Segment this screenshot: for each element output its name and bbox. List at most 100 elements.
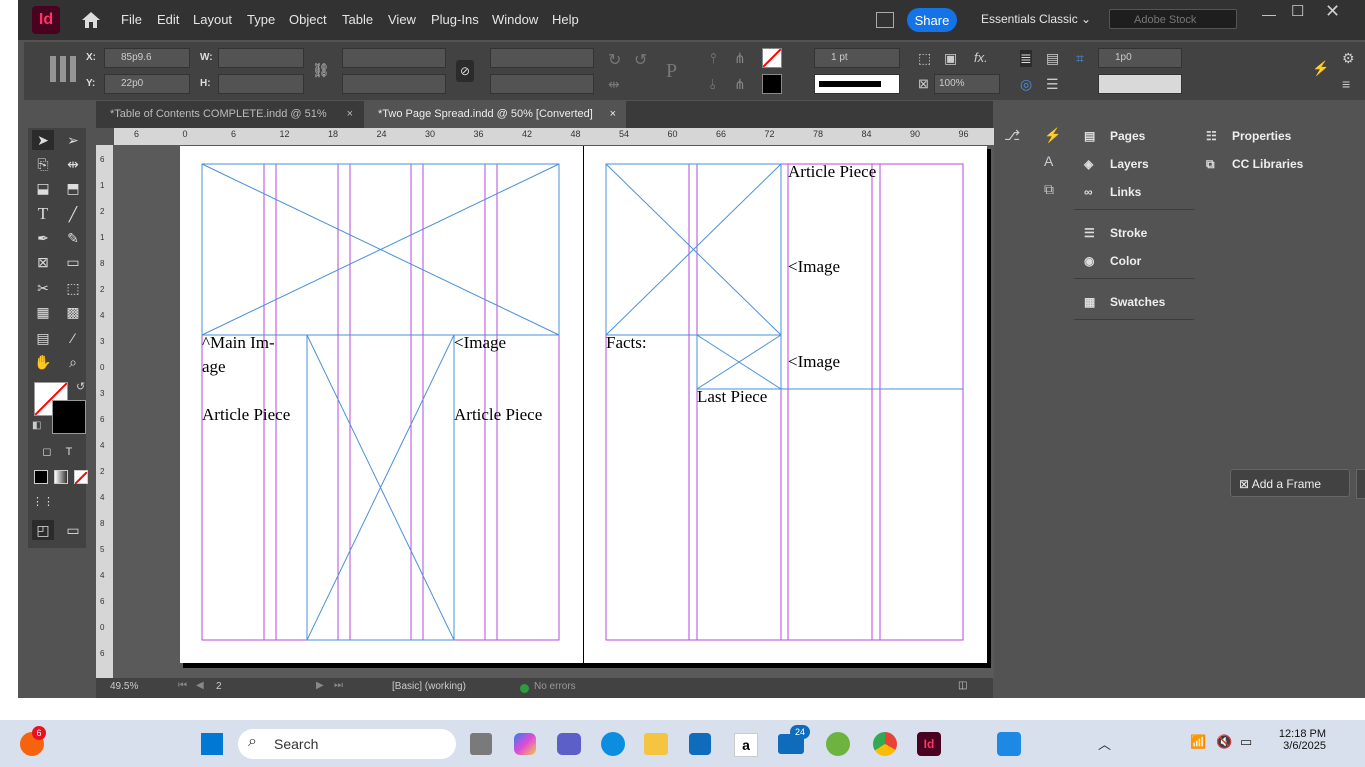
menu-table[interactable]: Table	[342, 12, 373, 27]
h-field[interactable]	[218, 74, 304, 94]
paragraph-styles-icon[interactable]: A	[1044, 153, 1053, 169]
drop-shadow-icon[interactable]: ▣	[944, 50, 957, 67]
gradient-feather-tool-icon[interactable]: ▩	[62, 302, 84, 322]
lightning-icon[interactable]: ⚡	[1312, 60, 1329, 77]
file-explorer-icon[interactable]	[644, 733, 668, 755]
tab-close-icon[interactable]: ×	[610, 101, 616, 128]
gradient-swatch-tool-icon[interactable]: ▦	[32, 302, 54, 322]
start-icon[interactable]	[201, 733, 223, 755]
w-field[interactable]	[218, 48, 304, 68]
amazon-icon[interactable]: a	[734, 733, 758, 757]
content-placer-icon[interactable]: ⬒	[62, 178, 84, 198]
character-styles-icon[interactable]: ⧉	[1044, 181, 1054, 198]
selection-tool-icon[interactable]: ➤	[32, 130, 54, 150]
workspace-switcher[interactable]: Essentials Classic ⌄	[981, 12, 1091, 26]
menu-edit[interactable]: Edit	[157, 12, 179, 27]
apply-color-icon[interactable]	[34, 470, 48, 484]
prev-page-icon[interactable]: ◀	[196, 680, 204, 691]
photos-icon[interactable]	[997, 732, 1021, 756]
reference-point-icon[interactable]	[50, 56, 76, 82]
type-on-path-icon[interactable]: P	[666, 60, 677, 83]
copilot-icon[interactable]	[514, 733, 536, 755]
effects-icon[interactable]: fx.	[974, 50, 988, 65]
split-view-icon[interactable]: ◫	[958, 680, 967, 691]
left-article-piece-2-text[interactable]: Article Piece	[454, 403, 542, 427]
preflight-profile[interactable]: [Basic] (working)	[392, 681, 466, 692]
battery-icon[interactable]: ▭	[1240, 734, 1252, 750]
fill-swatch[interactable]	[762, 48, 782, 68]
panel-color[interactable]: ◉ Color	[1084, 254, 1141, 268]
formatting-text-icon[interactable]: T	[58, 442, 80, 462]
panel-cc-libraries[interactable]: ⧉ CC Libraries	[1206, 157, 1303, 172]
home-icon[interactable]	[80, 10, 102, 30]
word-icon[interactable]	[826, 732, 850, 756]
teams-icon[interactable]	[557, 733, 581, 755]
apply-gradient-icon[interactable]	[54, 470, 68, 484]
panel-stroke[interactable]: ☰ Stroke	[1084, 226, 1147, 240]
free-transform-tool-icon[interactable]: ⬚	[62, 278, 84, 298]
distribute-bottom-icon[interactable]: ⋔	[734, 76, 746, 93]
maximize-icon[interactable]: ☐	[1291, 2, 1304, 20]
indesign-taskbar-icon[interactable]: Id	[917, 732, 941, 756]
pencil-tool-icon[interactable]: ✎	[62, 228, 84, 248]
tab-two-page-spread[interactable]: *Two Page Spread.indd @ 50% [Converted] …	[364, 101, 626, 128]
page-number-field[interactable]: 2	[216, 681, 222, 692]
default-colors-icon[interactable]: ◧	[32, 420, 41, 431]
panel-swatches[interactable]: ▦ Swatches	[1084, 295, 1165, 309]
menu-view[interactable]: View	[388, 12, 416, 27]
panel-pages[interactable]: ▤ Pages	[1084, 129, 1145, 143]
close-icon[interactable]: ✕	[1325, 1, 1340, 22]
volume-icon[interactable]: 🔇	[1216, 734, 1232, 750]
align-bottom-icon[interactable]: ⫰	[710, 76, 716, 93]
right-image-text-2[interactable]: <Image	[788, 350, 840, 374]
gap-field[interactable]: 1p0	[1098, 48, 1182, 68]
stroke-weight-field[interactable]: 1 pt	[814, 48, 900, 68]
mode-icon[interactable]: ⋮⋮	[32, 492, 54, 512]
menu-help[interactable]: Help	[552, 12, 579, 27]
panel-menu-icon[interactable]: ≡	[1342, 76, 1350, 92]
hand-tool-icon[interactable]: ✋	[32, 352, 54, 372]
clock[interactable]: 12:18 PM 3/6/2025	[1270, 728, 1326, 752]
note-tool-icon[interactable]: ▤	[32, 328, 54, 348]
right-facts-text[interactable]: Facts:	[606, 331, 647, 355]
anchor-icon[interactable]: ☰	[1046, 76, 1059, 93]
menu-object[interactable]: Object	[289, 12, 327, 27]
menu-window[interactable]: Window	[492, 12, 538, 27]
align-icon[interactable]: ⫯	[710, 50, 716, 67]
page-transition-icon[interactable]: ⎇	[1004, 127, 1020, 144]
taskbar-search[interactable]: Search	[238, 729, 456, 759]
scale-x-field[interactable]	[342, 48, 446, 68]
left-main-image-text[interactable]: ^Main Im- age	[202, 331, 275, 379]
next-page-icon[interactable]: ▶	[316, 680, 324, 691]
network-icon[interactable]: 📶	[1190, 734, 1206, 750]
rotation-field[interactable]	[490, 48, 594, 68]
opacity-field[interactable]: 100%	[934, 74, 1000, 94]
menu-layout[interactable]: Layout	[193, 12, 232, 27]
tab-close-icon[interactable]: ×	[347, 101, 353, 128]
screen-mode-icon[interactable]: ▭	[62, 520, 84, 540]
tab-table-of-contents[interactable]: *Table of Contents COMPLETE.indd @ 51% ×	[96, 101, 363, 128]
right-article-piece-text[interactable]: Article Piece	[788, 160, 876, 184]
page-tool-icon[interactable]: ⎘	[32, 154, 54, 174]
scissors-tool-icon[interactable]: ✂	[32, 278, 54, 298]
scale-y-field[interactable]	[342, 74, 446, 94]
horizontal-ruler[interactable]: 6 0 6 12 18 24 30 36 42 48 54 60 66 72 78 84 90 96	[114, 128, 994, 145]
pen-tool-icon[interactable]: ✒	[32, 228, 54, 248]
chevron-up-icon[interactable]: ︿	[1098, 734, 1111, 753]
swap-colors-icon[interactable]: ↺	[76, 380, 85, 393]
right-last-piece-text[interactable]: Last Piece	[697, 385, 767, 409]
line-tool-icon[interactable]: ╱	[62, 204, 84, 224]
settings-icon[interactable]: ⚙	[1342, 50, 1355, 67]
shear-field[interactable]	[490, 74, 594, 94]
rotate-cw-icon[interactable]: ↻	[608, 50, 621, 70]
zoom-level[interactable]: 49.5%	[110, 681, 138, 692]
stroke-type-dropdown[interactable]	[814, 74, 900, 94]
first-page-icon[interactable]: ⏮	[178, 680, 187, 691]
panel-links[interactable]: ∞ Links	[1084, 185, 1141, 199]
panel-properties[interactable]: ☷ Properties	[1206, 129, 1291, 143]
x-field[interactable]: 85p9.6	[104, 48, 190, 68]
last-page-icon[interactable]: ⏭	[334, 680, 343, 691]
rectangle-frame-tool-icon[interactable]: ⊠	[32, 252, 54, 272]
screen-mode-icon[interactable]	[876, 12, 894, 28]
stroke-color-swatch[interactable]	[52, 400, 86, 434]
